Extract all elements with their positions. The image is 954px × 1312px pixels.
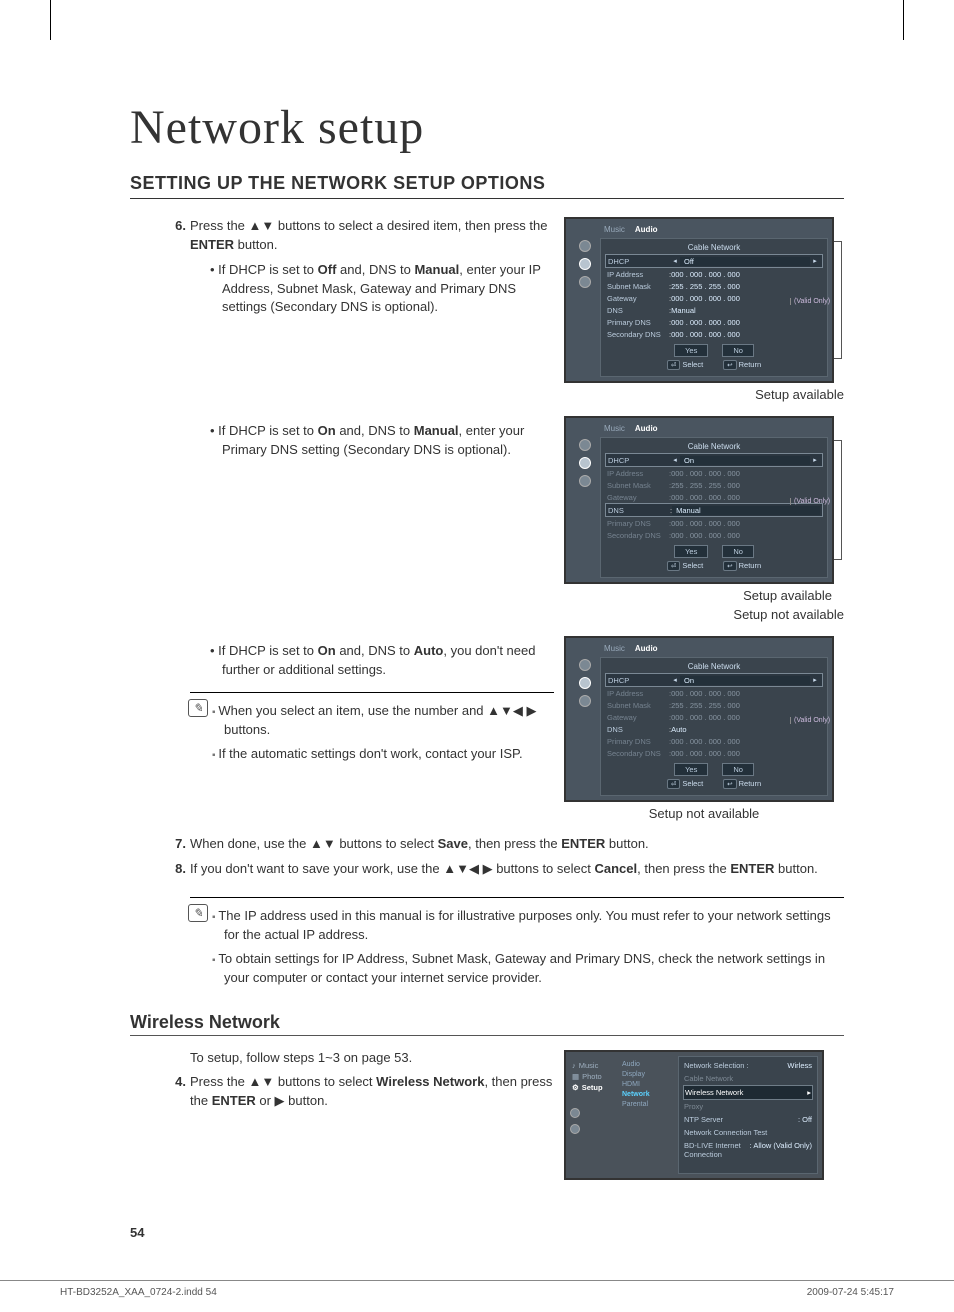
osd-icon [579,276,591,288]
osd-screenshot-2: MusicAudio Cable Network DHCP◂On▸ IP Add… [564,416,834,584]
note-icon: ✎ [188,904,208,922]
caption-2a: Setup available [564,588,844,603]
osd-screenshot-3: MusicAudio Cable Network DHCP◂On▸ IP Add… [564,636,834,802]
note-item: The IP address used in this manual is fo… [224,906,844,945]
step-7: 7.When done, use the ▲▼ buttons to selec… [190,835,844,854]
page-title: Network setup [130,100,844,155]
caption-3: Setup not available [564,806,844,821]
caption-1: Setup available [564,387,844,402]
osd-icon [579,240,591,252]
bullet-dhcp-on-auto: If DHCP is set to On and, DNS to Auto, y… [222,642,554,680]
footer-left: HT-BD3252A_XAA_0724-2.indd 54 [60,1287,217,1298]
caption-2b: Setup not available [564,607,844,622]
footer: HT-BD3252A_XAA_0724-2.indd 54 2009-07-24… [0,1280,954,1298]
note-item: When you select an item, use the number … [224,701,554,740]
note-block-2: ✎ The IP address used in this manual is … [190,897,844,988]
bullet-dhcp-on-manual: If DHCP is set to On and, DNS to Manual,… [222,422,554,460]
section-heading: SETTING UP THE NETWORK SETUP OPTIONS [130,173,844,199]
step-8: 8.If you don't want to save your work, u… [190,860,844,879]
sub-intro: To setup, follow steps 1~3 on page 53. [190,1050,554,1065]
subsection-heading: Wireless Network [130,1012,844,1036]
osd-icon [579,258,591,270]
note-item: To obtain settings for IP Address, Subne… [224,949,844,988]
note-item: If the automatic settings don't work, co… [224,744,554,764]
osd-screenshot-1: MusicAudio Cable Network DHCP◂Off▸ IP Ad… [564,217,834,383]
page-number: 54 [130,1225,144,1240]
footer-right: 2009-07-24 5:45:17 [807,1287,894,1298]
osd-screenshot-wireless: ♪Music ▦Photo ⚙Setup Audio Display HDMI … [564,1050,824,1180]
note-block-1: ✎ When you select an item, use the numbe… [190,692,554,764]
note-icon: ✎ [188,699,208,717]
step-4: 4.Press the ▲▼ buttons to select Wireles… [190,1073,554,1111]
step-6: 6.Press the ▲▼ buttons to select a desir… [190,217,554,255]
bullet-dhcp-off-manual: If DHCP is set to Off and, DNS to Manual… [222,261,554,318]
